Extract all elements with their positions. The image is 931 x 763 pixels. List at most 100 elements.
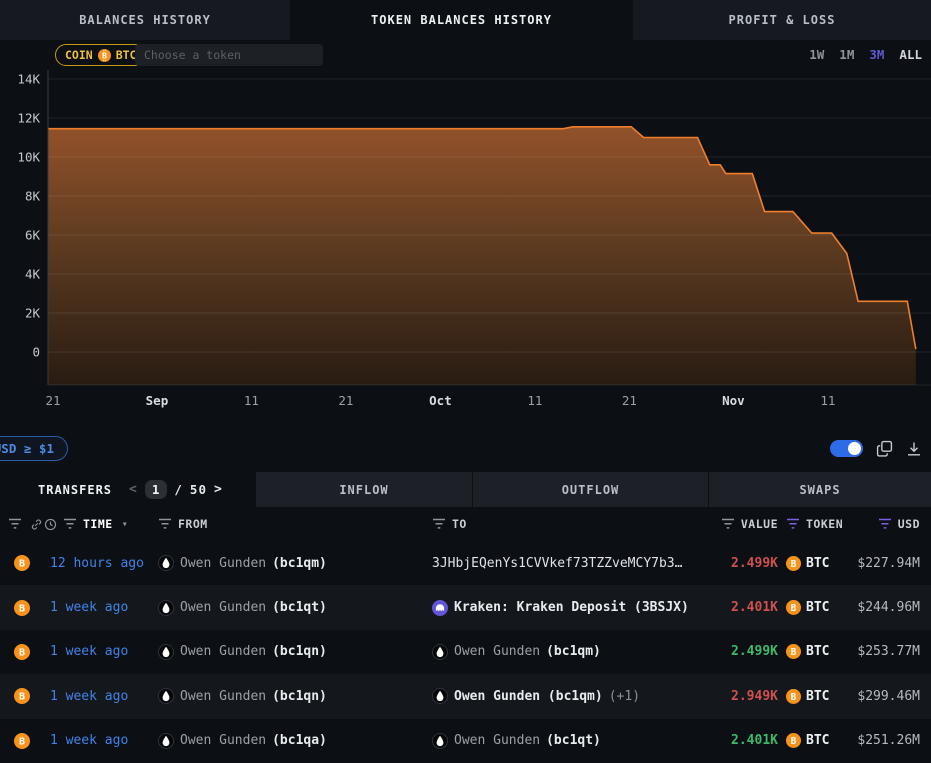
btc-icon: B bbox=[786, 556, 801, 571]
transfer-time-link[interactable]: 1 week ago bbox=[44, 600, 158, 615]
value-filter-funnel-icon[interactable] bbox=[721, 518, 735, 530]
token-balances-app: BALANCES HISTORY TOKEN BALANCES HISTORY … bbox=[0, 0, 931, 763]
download-icon[interactable] bbox=[906, 441, 922, 457]
filter-funnel-icon[interactable] bbox=[8, 518, 22, 530]
header-to: TO bbox=[452, 517, 467, 531]
svg-text:B: B bbox=[19, 559, 25, 570]
owen-gunden-avatar bbox=[432, 688, 448, 704]
range-1w[interactable]: 1W bbox=[809, 47, 824, 62]
header-token: TOKEN bbox=[806, 517, 843, 531]
from-entity[interactable]: Owen Gunden (bc1qn) bbox=[158, 644, 432, 660]
coin-pill-token: BTC bbox=[116, 48, 137, 62]
transfer-time-link[interactable]: 1 week ago bbox=[44, 644, 158, 659]
owen-gunden-avatar bbox=[158, 555, 174, 571]
header-value: VALUE bbox=[741, 517, 778, 531]
btc-icon: B bbox=[786, 600, 801, 615]
from-entity[interactable]: Owen Gunden (bc1qn) bbox=[158, 688, 432, 704]
y-axis-tick-label: 4K bbox=[25, 267, 41, 282]
copy-icon[interactable] bbox=[876, 440, 893, 457]
owen-gunden-avatar bbox=[432, 733, 448, 749]
btc-icon: B bbox=[98, 49, 111, 62]
from-entity[interactable]: Owen Gunden (bc1qm) bbox=[158, 555, 432, 571]
transfers-table: B 12 hours ago Owen Gunden (bc1qm) 3JHbj… bbox=[0, 541, 931, 763]
y-axis-tick-label: 14K bbox=[17, 72, 40, 87]
x-axis-tick-label: Nov bbox=[722, 393, 745, 408]
btc-balance-area bbox=[48, 127, 916, 385]
y-axis-tick-label: 6K bbox=[25, 228, 41, 243]
to-filter-funnel-icon[interactable] bbox=[432, 518, 446, 530]
x-axis-tick-label: 21 bbox=[622, 393, 637, 408]
table-row[interactable]: B 12 hours ago Owen Gunden (bc1qm) 3JHbj… bbox=[0, 541, 931, 585]
tab-outflow[interactable]: OUTFLOW bbox=[472, 472, 708, 507]
btc-icon: B bbox=[786, 689, 801, 704]
current-page: 1 bbox=[145, 480, 168, 499]
page-separator: / bbox=[174, 482, 183, 497]
svg-text:B: B bbox=[19, 648, 25, 659]
table-row[interactable]: B 1 week ago Owen Gunden (bc1qt) Kraken:… bbox=[0, 585, 931, 629]
prev-page-chevron-icon[interactable]: < bbox=[129, 482, 138, 497]
header-time: TIME bbox=[83, 517, 113, 531]
usd-filter-funnel-icon-active[interactable] bbox=[878, 518, 892, 530]
time-filter-funnel-icon[interactable] bbox=[63, 518, 77, 530]
tab-swaps[interactable]: SWAPS bbox=[708, 472, 931, 507]
token-cell: B BTC bbox=[778, 556, 845, 571]
link-icon[interactable] bbox=[30, 518, 43, 531]
btc-icon: B bbox=[14, 733, 30, 749]
token-cell: B BTC bbox=[778, 689, 845, 704]
table-row[interactable]: B 1 week ago Owen Gunden (bc1qn) Owen Gu… bbox=[0, 674, 931, 718]
time-range-selector: 1W 1M 3M ALL bbox=[809, 47, 922, 62]
range-1m[interactable]: 1M bbox=[839, 47, 854, 62]
transfer-time-link[interactable]: 1 week ago bbox=[44, 733, 158, 748]
btc-icon: B bbox=[14, 688, 30, 704]
token-cell: B BTC bbox=[778, 600, 845, 615]
range-all[interactable]: ALL bbox=[899, 47, 922, 62]
to-address[interactable]: 3JHbjEQenYs1CVVkef73TZZveMCY7b3… bbox=[432, 556, 700, 571]
chart-controls: COIN B BTC 1W 1M 3M ALL bbox=[0, 44, 931, 68]
btc-icon: B bbox=[14, 555, 30, 571]
from-entity[interactable]: Owen Gunden (bc1qa) bbox=[158, 733, 432, 749]
to-entity[interactable]: Owen Gunden (bc1qm) bbox=[432, 644, 700, 660]
token-cell: B BTC bbox=[778, 733, 845, 748]
time-sort-caret-icon[interactable]: ▾ bbox=[122, 519, 129, 530]
range-3m[interactable]: 3M bbox=[869, 47, 884, 62]
chart-toggle-switch[interactable] bbox=[830, 440, 863, 457]
transfer-time-link[interactable]: 1 week ago bbox=[44, 689, 158, 704]
x-axis-tick-label: 11 bbox=[820, 393, 835, 408]
transfer-value: 2.499K bbox=[700, 556, 778, 571]
transfer-time-link[interactable]: 12 hours ago bbox=[44, 556, 158, 571]
btc-icon: B bbox=[786, 644, 801, 659]
transfers-tab-bar: TRANSFERS < 1 / 50 > INFLOW OUTFLOW SWAP… bbox=[0, 472, 931, 507]
svg-text:B: B bbox=[19, 692, 25, 703]
token-search-input[interactable] bbox=[135, 44, 323, 66]
y-axis-tick-label: 10K bbox=[17, 150, 40, 165]
x-axis-tick-label: 21 bbox=[45, 393, 60, 408]
usd-value: $227.94M bbox=[845, 556, 931, 571]
x-axis-tick-label: Sep bbox=[146, 393, 169, 408]
from-filter-funnel-icon[interactable] bbox=[158, 518, 172, 530]
btc-icon: B bbox=[14, 600, 30, 616]
usd-value: $251.26M bbox=[845, 733, 931, 748]
owen-gunden-avatar bbox=[158, 600, 174, 616]
token-filter-funnel-icon-active[interactable] bbox=[786, 518, 800, 530]
usd-value: $253.77M bbox=[845, 644, 931, 659]
from-entity[interactable]: Owen Gunden (bc1qt) bbox=[158, 600, 432, 616]
next-page-chevron-icon[interactable]: > bbox=[214, 482, 223, 497]
to-entity[interactable]: Kraken: Kraken Deposit (3BSJX) bbox=[432, 600, 700, 616]
to-entity[interactable]: Owen Gunden (bc1qt) bbox=[432, 733, 700, 749]
table-row[interactable]: B 1 week ago Owen Gunden (bc1qn) Owen Gu… bbox=[0, 630, 931, 674]
btc-icon: B bbox=[786, 733, 801, 748]
transfer-value: 2.949K bbox=[700, 689, 778, 704]
svg-text:B: B bbox=[791, 692, 797, 703]
svg-text:B: B bbox=[791, 736, 797, 747]
tab-inflow[interactable]: INFLOW bbox=[255, 472, 472, 507]
svg-text:B: B bbox=[102, 50, 107, 60]
coin-token-pill[interactable]: COIN B BTC bbox=[55, 44, 146, 66]
filter-bar: USD ≥ $1 bbox=[0, 436, 931, 463]
usd-value: $299.46M bbox=[845, 689, 931, 704]
to-entity[interactable]: Owen Gunden (bc1qm) (+1) bbox=[432, 688, 700, 704]
clock-icon[interactable] bbox=[44, 518, 57, 531]
usd-minimum-filter-pill[interactable]: USD ≥ $1 bbox=[0, 436, 68, 461]
svg-text:B: B bbox=[791, 647, 797, 658]
table-row[interactable]: B 1 week ago Owen Gunden (bc1qa) Owen Gu… bbox=[0, 719, 931, 763]
tab-transfers[interactable]: TRANSFERS < 1 / 50 > bbox=[0, 472, 255, 507]
